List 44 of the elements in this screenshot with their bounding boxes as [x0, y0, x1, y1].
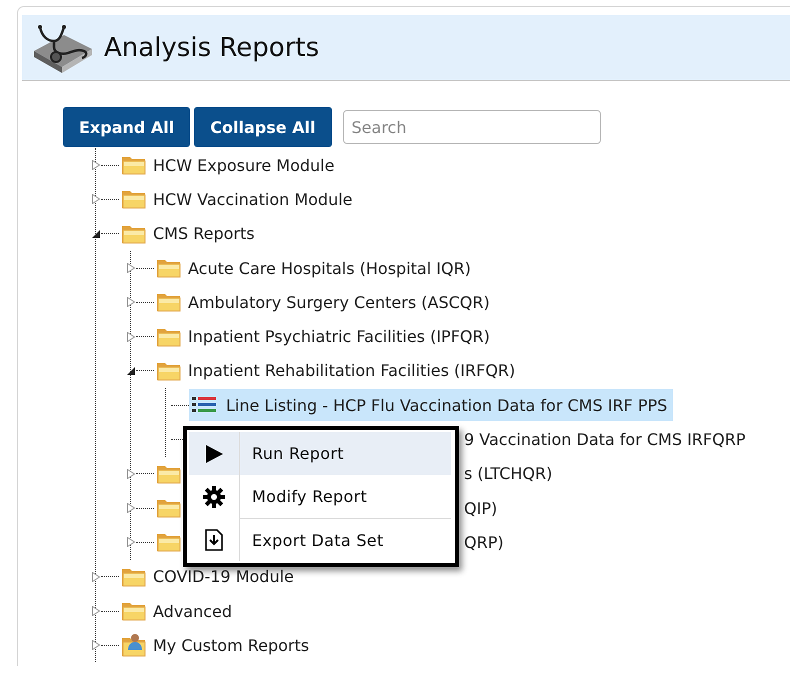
expand-toggle[interactable]	[91, 194, 101, 204]
tree-item[interactable]: Acute Care Hospitals (Hospital IQR)	[154, 255, 475, 282]
expand-toggle[interactable]	[126, 468, 136, 479]
expand-toggle[interactable]	[126, 503, 136, 514]
folder-icon	[121, 188, 147, 210]
tree-item[interactable]: My Custom Reports	[119, 632, 314, 658]
tree-item[interactable]: HCW Exposure Module	[119, 152, 338, 178]
expand-toggle[interactable]	[126, 366, 136, 376]
tree-item[interactable]: Inpatient Psychiatric Facilities (IPFQR)	[154, 324, 494, 350]
folder-icon	[121, 154, 147, 176]
folder-icon	[156, 531, 182, 554]
expand-toggle[interactable]	[91, 160, 101, 170]
expand-toggle[interactable]	[91, 640, 101, 650]
folder-icon	[156, 291, 182, 314]
tree-item[interactable]: HCW Vaccination Module	[119, 186, 357, 212]
export-icon	[204, 528, 224, 550]
expand-toggle[interactable]	[91, 572, 101, 582]
tree-item[interactable]: QIP)	[464, 495, 502, 522]
search-field[interactable]: Search	[342, 110, 601, 144]
menu-item[interactable]: Run Report	[189, 432, 451, 475]
folder-person-icon	[121, 633, 147, 658]
settings-icon	[203, 486, 225, 508]
expand-toggle[interactable]	[126, 297, 136, 308]
expand-toggle[interactable]	[91, 606, 101, 616]
folder-icon	[156, 497, 182, 520]
report-item[interactable]: 9 Vaccination Data for CMS IRFQRP	[464, 426, 750, 453]
expand-all-button[interactable]: Expand All	[63, 107, 190, 147]
tree-item[interactable]: Ambulatory Surgery Centers (ASCQR)	[154, 289, 494, 316]
expand-toggle[interactable]	[91, 228, 101, 239]
expand-toggle[interactable]	[126, 263, 136, 274]
folder-icon	[156, 257, 182, 280]
play-icon	[204, 444, 224, 464]
list-icon	[191, 396, 217, 414]
tree-item[interactable]: CMS Reports	[119, 220, 259, 247]
folder-icon	[121, 600, 147, 622]
tree-item[interactable]: Inpatient Rehabilitation Facilities (IRFQR)	[154, 358, 520, 384]
expand-toggle[interactable]	[126, 332, 136, 342]
report-item[interactable]: Line Listing - HCP Flu Vaccination Data for CMS IRF PPS	[189, 389, 674, 422]
collapse-all-button[interactable]: Collapse All	[194, 107, 332, 147]
expand-toggle[interactable]	[126, 537, 136, 548]
tree-item[interactable]: s (LTCHQR)	[464, 460, 556, 487]
page-title: Analysis Reports	[104, 32, 320, 62]
tree-item[interactable]: Advanced	[119, 598, 236, 624]
tree-item[interactable]: QRP)	[464, 529, 508, 556]
